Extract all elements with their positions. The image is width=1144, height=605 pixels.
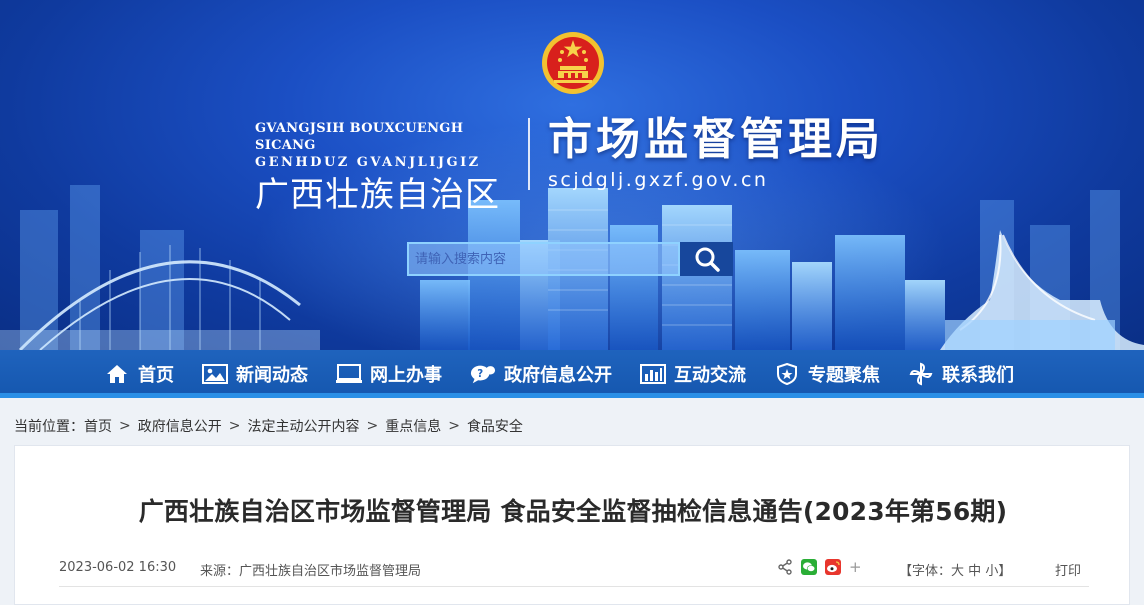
article-source: 来源：广西壮族自治区市场监督管理局: [200, 564, 422, 579]
search-bar: [407, 242, 733, 276]
nav-label: 网上办事: [370, 365, 442, 386]
breadcrumb-separator: >: [448, 418, 460, 434]
nav-item-interaction[interactable]: 互动交流: [640, 350, 746, 398]
zhuang-name-line2: GENHDUZ GVANJLIJGIZ: [255, 155, 481, 170]
shield-star-icon: [774, 363, 800, 385]
font-size-small[interactable]: 小: [985, 564, 998, 579]
nav-label: 政府信息公开: [504, 365, 612, 386]
nav-item-gov-info[interactable]: ? 政府信息公开: [470, 350, 612, 398]
breadcrumb-key-info[interactable]: 重点信息: [385, 416, 441, 436]
meta-divider: [59, 586, 1089, 587]
main-nav: 首页 新闻动态 网上办事 ? 政府信息公开 互动交流 专题聚焦 联系我们: [0, 350, 1144, 398]
search-icon: [695, 247, 720, 272]
svg-text:?: ?: [477, 369, 483, 380]
national-emblem-icon: [542, 32, 604, 94]
region-name: 广西壮族自治区: [255, 175, 500, 215]
breadcrumb: 当前位置： 首页 > 政府信息公开 > 法定主动公开内容 > 重点信息 > 食品…: [14, 416, 523, 436]
breadcrumb-separator: >: [228, 418, 241, 434]
breadcrumb-gov-info[interactable]: 政府信息公开: [138, 416, 222, 436]
article-title: 广西壮族自治区市场监督管理局 食品安全监督抽检信息通告(2023年第56期): [138, 497, 1008, 526]
breadcrumb-separator: >: [366, 418, 379, 434]
breadcrumb-home[interactable]: 首页: [84, 416, 112, 436]
breadcrumb-separator: >: [119, 418, 131, 434]
bar-chart-icon: [640, 363, 666, 385]
nav-label: 互动交流: [674, 365, 746, 386]
search-input[interactable]: [407, 242, 680, 276]
article-card: 广西壮族自治区市场监督管理局 食品安全监督抽检信息通告(2023年第56期) 2…: [14, 445, 1130, 605]
weibo-icon[interactable]: [825, 559, 841, 575]
speech-bubble-icon: ?: [470, 363, 496, 385]
nav-item-contact[interactable]: 联系我们: [908, 350, 1014, 398]
article-meta: 2023-06-02 16:30 来源：广西壮族自治区市场监督管理局 + 【字体…: [59, 558, 1089, 580]
nav-item-online-services[interactable]: 网上办事: [336, 350, 442, 398]
breadcrumb-statutory-disclosure[interactable]: 法定主动公开内容: [247, 416, 359, 436]
nav-label: 联系我们: [942, 365, 1014, 386]
nav-item-news[interactable]: 新闻动态: [202, 350, 308, 398]
font-size-control: 【字体：大 中 小】: [899, 560, 1011, 579]
pinwheel-icon: [908, 362, 934, 386]
nav-item-special-topics[interactable]: 专题聚焦: [774, 350, 880, 398]
breadcrumb-food-safety[interactable]: 食品安全: [467, 416, 523, 436]
share-bar: +: [777, 558, 870, 576]
publish-date: 2023-06-02 16:30: [59, 560, 177, 575]
font-size-label-close: 】: [998, 564, 1012, 579]
monitor-icon: [336, 363, 362, 385]
search-button[interactable]: [680, 242, 733, 276]
image-icon: [202, 363, 228, 385]
font-size-large[interactable]: 大: [951, 564, 964, 579]
nav-item-home[interactable]: 首页: [104, 350, 174, 398]
site-brand: 市场监督管理局 scjdglj.gxzf.gov.cn: [548, 112, 884, 192]
zhuang-name-line1: GVANGJSIH BOUXCUENGH SICANG: [255, 121, 464, 153]
share-icon[interactable]: [777, 559, 793, 575]
font-size-medium[interactable]: 中: [968, 564, 981, 579]
font-size-label-open: 【字体：: [899, 564, 952, 579]
site-domain: scjdglj.gxzf.gov.cn: [548, 169, 769, 191]
region-brand: GVANGJSIH BOUXCUENGH SICANG GENHDUZ GVAN…: [255, 120, 510, 217]
header-banner: GVANGJSIH BOUXCUENGH SICANG GENHDUZ GVAN…: [0, 0, 1144, 350]
nav-label: 专题聚焦: [808, 365, 880, 386]
brand-divider: [528, 118, 530, 190]
wechat-icon[interactable]: [801, 559, 817, 575]
nav-label: 新闻动态: [236, 365, 308, 386]
site-title: 市场监督管理局: [548, 114, 884, 165]
plus-icon[interactable]: +: [849, 558, 862, 576]
breadcrumb-prefix: 当前位置：: [14, 419, 84, 435]
print-button[interactable]: 打印: [1055, 560, 1081, 579]
home-icon: [104, 363, 130, 385]
nav-label: 首页: [138, 365, 174, 386]
